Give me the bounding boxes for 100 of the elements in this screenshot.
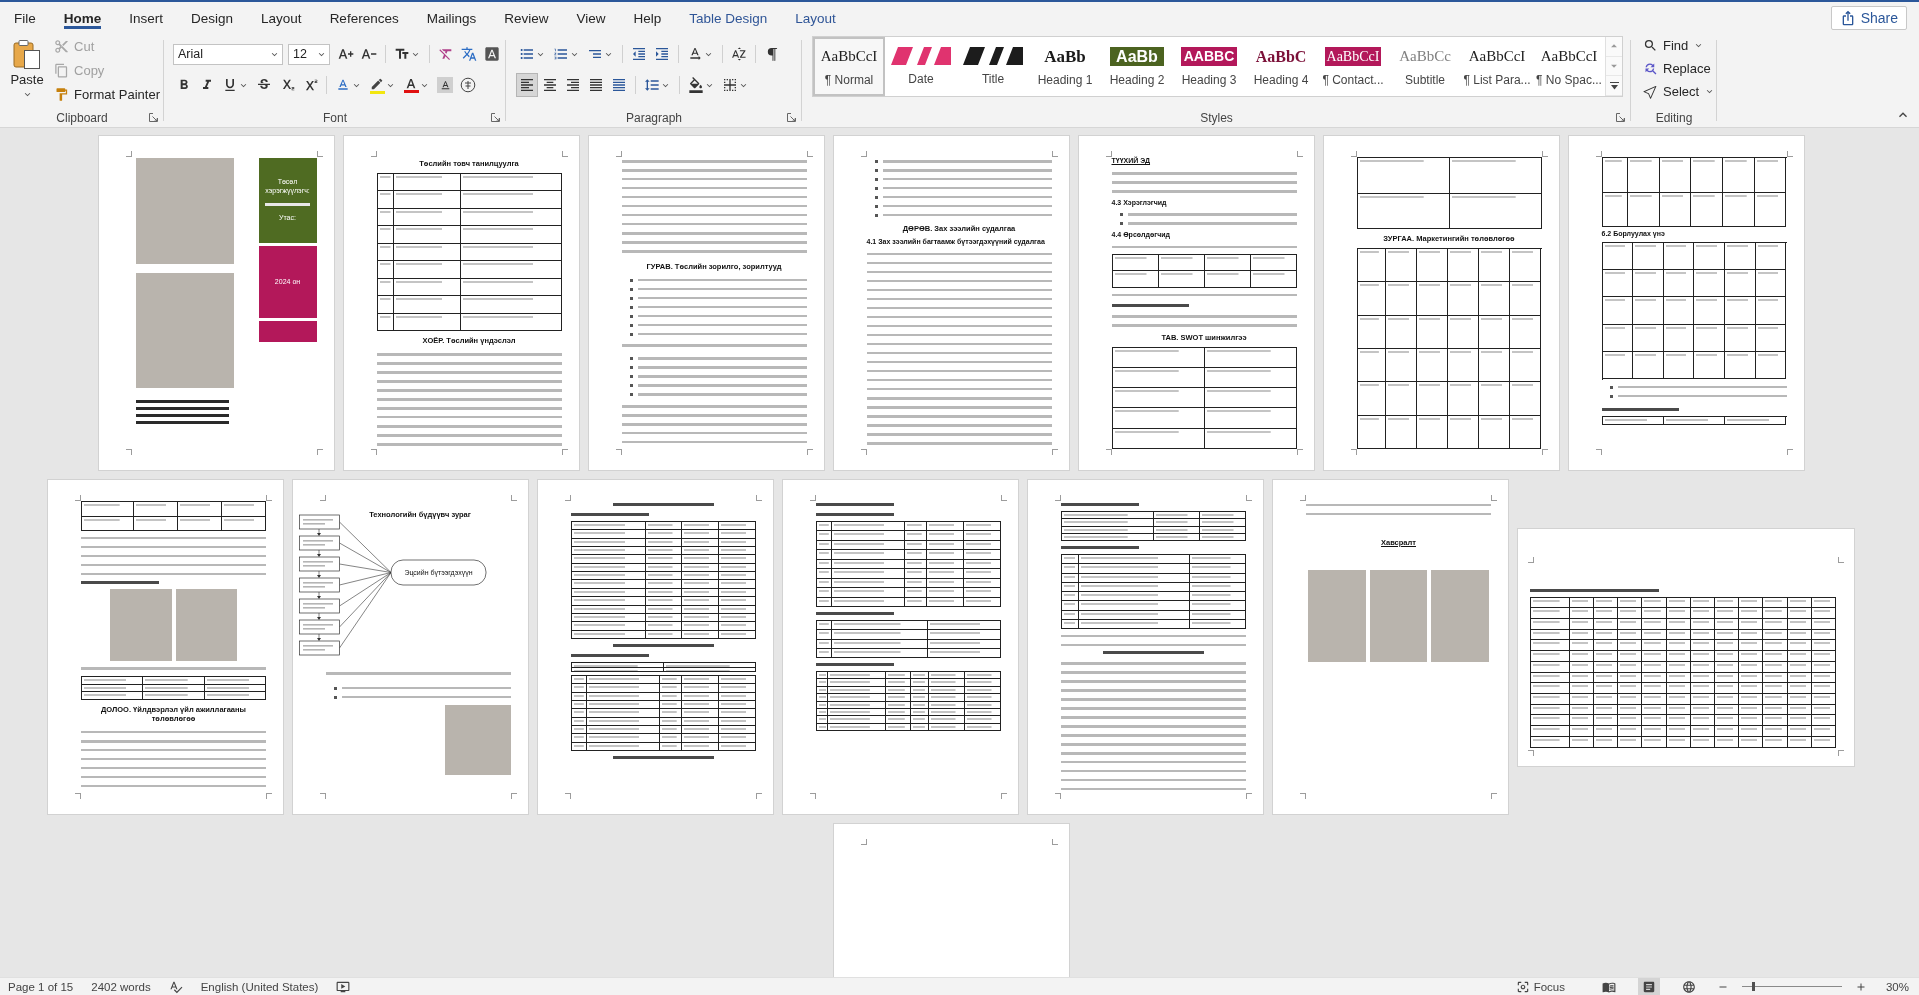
flow-arrow	[317, 549, 321, 557]
share-button[interactable]: Share	[1830, 6, 1907, 30]
ribbon-tab[interactable]: Review	[490, 2, 563, 34]
style-preview: AaBbCcI	[1540, 46, 1598, 66]
dialog-launcher-icon[interactable]	[787, 113, 796, 122]
flow-arrow	[317, 633, 321, 641]
style-option[interactable]: AaBb Heading 1	[1029, 37, 1101, 96]
flowchart-step-box	[299, 598, 340, 614]
language-indicator[interactable]: English (United States)	[200, 980, 319, 993]
ribbon-tab[interactable]: View	[562, 2, 620, 34]
flow-arrow	[317, 612, 321, 620]
page-icon	[1641, 979, 1656, 994]
paint-bucket-icon	[688, 77, 704, 93]
zoom-slider-thumb[interactable]	[1751, 982, 1755, 991]
paintbrush-icon	[54, 86, 69, 102]
page-count[interactable]: Page 1 of 15	[8, 980, 74, 993]
dialog-launcher-icon[interactable]	[149, 113, 158, 122]
translate-icon	[461, 46, 477, 62]
gallery-more-button[interactable]	[1606, 76, 1622, 96]
decrease-indent-icon	[631, 46, 647, 62]
style-option[interactable]: Date	[885, 37, 957, 96]
style-preview: AaBbCcI	[820, 46, 878, 66]
grow-font-icon	[338, 46, 354, 62]
highlighter-icon	[369, 76, 385, 94]
focus-button[interactable]: Focus	[1512, 978, 1568, 995]
text-direction-icon	[687, 46, 703, 62]
zoom-level[interactable]: 30%	[1885, 980, 1909, 993]
photo-placeholder	[110, 589, 172, 661]
photo-placeholder	[175, 589, 237, 661]
focus-icon	[1515, 979, 1530, 994]
underline-icon	[222, 77, 238, 93]
clear-formatting-icon	[438, 46, 454, 62]
replace-button[interactable]: Replace	[1639, 57, 1717, 80]
style-option[interactable]: AaBbCcI ¶ Contact...	[1317, 37, 1389, 96]
enclosed-character-icon	[460, 77, 476, 93]
font-color-icon	[403, 77, 419, 93]
style-preview: AaBbCc	[1399, 46, 1451, 66]
format-painter-button[interactable]: Format Painter	[50, 82, 164, 106]
style-option[interactable]: AABBC Heading 3	[1173, 37, 1245, 96]
ribbon-tab[interactable]: Home	[49, 2, 116, 34]
line-spacing-icon	[644, 77, 660, 93]
font-name-field[interactable]: Arial	[173, 43, 283, 65]
flow-arrow	[317, 570, 321, 578]
find-button[interactable]: Find	[1639, 34, 1717, 57]
ribbon-tab[interactable]: Layout	[247, 2, 316, 34]
style-preview: AABBC	[1180, 46, 1238, 66]
ribbon-tab[interactable]: Design	[177, 2, 248, 34]
more-arrow-icon	[1609, 81, 1619, 90]
flowchart-step-box	[299, 577, 340, 593]
paste-button[interactable]: Paste	[8, 34, 46, 108]
shrink-font-icon	[361, 46, 377, 62]
style-option[interactable]: AaBbCc Subtitle	[1389, 37, 1461, 96]
ribbon-tab[interactable]: Help	[619, 2, 676, 34]
select-button[interactable]: Select	[1639, 80, 1717, 103]
ribbon-tab[interactable]: Insert	[115, 2, 178, 34]
style-preview: AaBb	[1044, 46, 1086, 66]
flowchart-step-box	[299, 514, 340, 530]
align-left-button[interactable]	[516, 73, 538, 97]
numbered-list-icon	[553, 46, 569, 62]
bullet-list-icon	[519, 46, 535, 62]
ribbon-tab[interactable]: File	[0, 2, 50, 34]
boxed-letter-icon	[484, 46, 500, 62]
style-option[interactable]: AaBbCcI ¶ No Spac...	[1533, 37, 1605, 96]
style-preview-drawing	[963, 47, 1023, 65]
dialog-launcher-icon[interactable]	[1616, 113, 1625, 122]
align-distributed-icon	[611, 77, 627, 93]
word-count[interactable]: 2402 words	[91, 980, 151, 993]
flowchart-step-box	[299, 619, 340, 635]
flowchart-step-box	[299, 640, 340, 656]
dialog-launcher-icon[interactable]	[491, 113, 500, 122]
ribbon-tab[interactable]: Mailings	[412, 2, 491, 34]
group-label: Font	[323, 110, 347, 125]
align-center-icon	[542, 77, 558, 93]
ribbon-tab[interactable]: Layout	[781, 2, 850, 34]
style-preview: AaBbCcI	[1468, 46, 1526, 66]
spellcheck-icon	[168, 979, 183, 994]
group-label: Clipboard	[56, 110, 108, 125]
scissors-icon	[54, 38, 69, 54]
ribbon-tab[interactable]: Table Design	[675, 2, 782, 34]
group-label: Paragraph	[625, 110, 682, 125]
style-option[interactable]: AaBbCcI ¶ Normal	[813, 37, 885, 96]
print-layout-button[interactable]	[1637, 978, 1660, 995]
group-label: Styles	[1200, 110, 1233, 125]
photo-placeholder	[444, 705, 511, 775]
style-option[interactable]: Title	[957, 37, 1029, 96]
increase-indent-icon	[654, 46, 670, 62]
style-option[interactable]: AaBbC Heading 4	[1245, 37, 1317, 96]
cursor-icon	[1643, 84, 1658, 99]
globe-icon	[1681, 979, 1696, 994]
text-case-icon	[394, 46, 410, 62]
flow-arrow	[317, 528, 321, 536]
search-icon	[1643, 38, 1658, 53]
flow-arrow	[317, 591, 321, 599]
style-preview: AaBbCcI	[1324, 46, 1382, 66]
text-effects-icon	[335, 77, 351, 93]
style-option[interactable]: AaBb Heading 2	[1101, 37, 1173, 96]
replace-icon	[1643, 61, 1658, 76]
font-size-field[interactable]: 12	[288, 43, 330, 65]
ribbon-tab[interactable]: References	[315, 2, 413, 34]
style-option[interactable]: AaBbCcI ¶ List Para...	[1461, 37, 1533, 96]
